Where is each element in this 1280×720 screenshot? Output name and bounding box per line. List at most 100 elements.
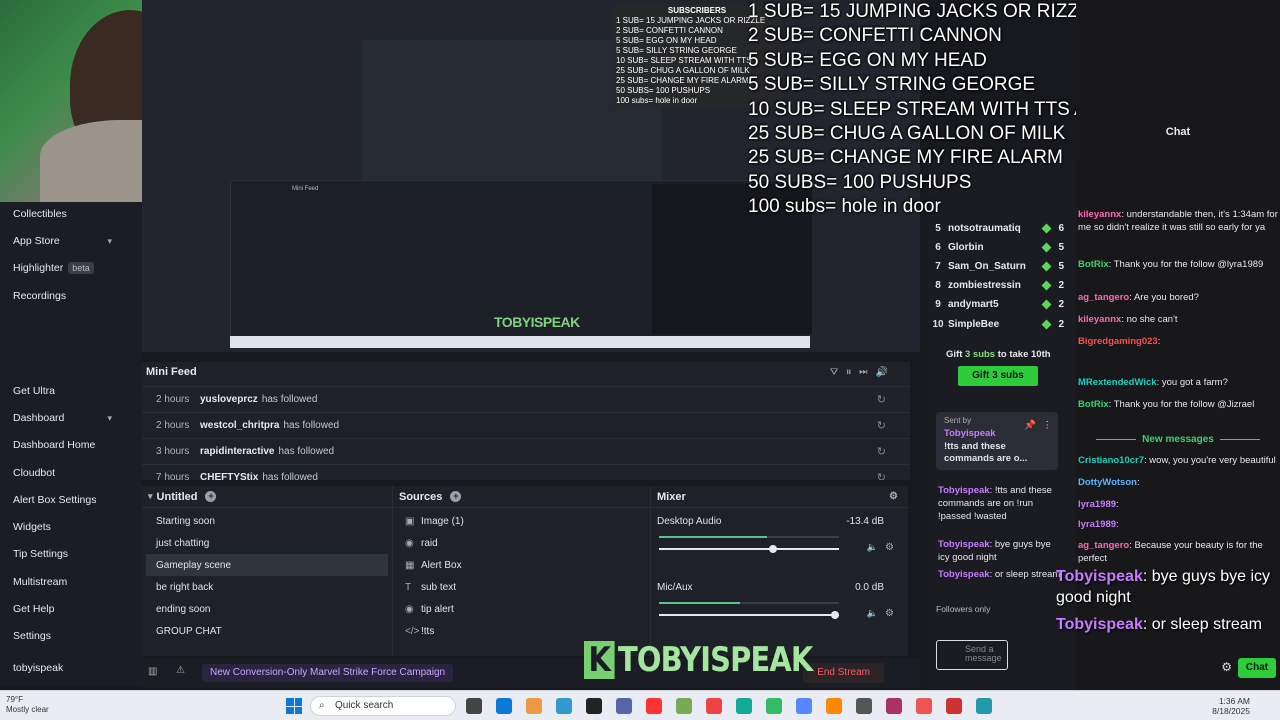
chat-user[interactable]: Cristiano10cr7 [1078,455,1144,466]
chat-user[interactable]: BotRix [1078,259,1109,270]
new-messages-divider[interactable]: New messages [1076,434,1280,445]
top-gifter-row[interactable]: 10 SimpleBee 2 [928,314,1068,334]
source-item[interactable]: ◉ raid [397,532,633,554]
chrome-alt-icon[interactable] [766,698,782,714]
netflix-icon[interactable] [916,698,932,714]
chat-user[interactable]: MRextendedWick [1078,377,1157,388]
proton-icon[interactable] [706,698,722,714]
sidebar-item-highlighter[interactable]: Highlighter beta [0,256,142,280]
start-icon[interactable] [286,698,302,714]
sidebar-item-tobyispeak[interactable]: tobyispeak [0,656,142,680]
sidebar-item-get-ultra[interactable]: Get Ultra [0,379,142,403]
scene-item[interactable]: ending soon [146,598,388,620]
campaign-banner[interactable]: New Conversion-Only Marvel Strike Force … [202,664,454,682]
chat-user[interactable]: Bigredgaming023 [1078,336,1158,347]
discord-icon[interactable] [826,698,842,714]
chat-user[interactable]: lyra1989 [1078,499,1116,510]
scene-item[interactable]: GROUP CHAT [146,620,388,642]
sidebar-item-alert-box-settings[interactable]: Alert Box Settings [0,488,142,512]
chat-user[interactable]: DottyWotson [1078,477,1137,488]
chat-user[interactable]: lyra1989 [1078,519,1116,530]
top-gifter-row[interactable]: 8 zombiestressin 2 [928,276,1068,296]
steam-icon[interactable] [586,698,602,714]
sidebar-item-cloudbot[interactable]: Cloudbot [0,461,142,485]
chat-user[interactable]: ag_tangero [1078,540,1129,551]
add-source-icon[interactable]: + [450,491,462,502]
gift-subs-button[interactable]: Gift 3 subs [958,366,1038,386]
pin-icon[interactable]: 📌 [1024,420,1036,431]
source-item[interactable]: Tsub text [397,576,633,598]
replay-icon[interactable]: ↻ [877,419,886,432]
replay-icon[interactable]: ↻ [877,393,886,406]
edge-icon[interactable] [646,698,662,714]
volume-slider[interactable] [659,611,839,619]
obs-icon[interactable] [796,698,812,714]
source-item[interactable]: ▣ Image (1) [397,510,633,532]
top-gifter-row[interactable]: 6 Glorbin 5 [928,237,1068,257]
volume-knob[interactable] [831,611,839,619]
opera-icon[interactable] [676,698,692,714]
chat-user[interactable]: kileyannx [1078,314,1121,325]
sidebar-item-recordings[interactable]: Recordings [0,284,142,308]
weather-widget[interactable]: 79°F Mostly clear [6,695,49,715]
system-clock[interactable]: 1:36 AM 8/18/2025 [1212,696,1250,716]
mini-feed-controls[interactable]: ⛛⏸⏭🔊 [830,367,896,378]
sidebar-item-dashboard[interactable]: Dashboard ▾ [0,406,142,430]
more-icon[interactable]: ⋮ [1043,420,1053,431]
alert-icon[interactable]: ⚠ [176,665,185,676]
chat-user[interactable]: Tobyispeak [938,485,990,496]
chrome-profile-icon[interactable] [976,698,992,714]
studio-mode-icon[interactable]: ▥ [148,666,157,677]
scene-collapse-icon[interactable]: ▾ [148,491,153,502]
sidebar-item-multistream[interactable]: Multistream [0,570,142,594]
scene-item[interactable]: Starting soon [146,510,388,532]
chrome-icon[interactable] [526,698,542,714]
speaker-icon[interactable]: 🔈 [867,542,878,553]
volume-slider[interactable] [659,545,839,553]
channel-settings-icon[interactable]: ⚙ [885,608,894,619]
source-item[interactable]: ◉ tip alert [397,598,633,620]
speaker-icon[interactable]: 🔈 [867,608,878,619]
scene-item[interactable]: be right back [146,576,388,598]
top-gifter-row[interactable]: 7 Sam_On_Saturn 5 [928,256,1068,276]
source-item[interactable]: </> !tts [397,620,633,642]
chat-user[interactable]: BotRix [1078,399,1109,410]
top-gifter-row[interactable]: 5 notsotraumatiq 6 [928,218,1068,238]
send-message-input[interactable]: Send a message [936,640,1008,670]
top-gifter-row[interactable]: 9 andymart5 2 [928,295,1068,315]
feed-user[interactable]: CHEFTYStix [200,472,258,480]
chat-user[interactable]: Tobyispeak [938,539,990,550]
replay-icon[interactable]: ↻ [877,471,886,480]
replay-icon[interactable]: ↻ [877,445,886,458]
maps-alt-icon[interactable] [946,698,962,714]
feed-user[interactable]: rapidinteractive [200,446,274,457]
epic-icon[interactable] [616,698,632,714]
chat-send-button[interactable]: Chat [1238,658,1276,678]
add-scene-icon[interactable]: + [205,491,217,502]
scene-item[interactable]: just chatting [146,532,388,554]
mixer-settings-icon[interactable]: ⚙ [889,491,898,502]
sidebar-item-app-store[interactable]: App Store ▾ [0,229,142,253]
app-icon[interactable] [886,698,902,714]
sidebar-item-widgets[interactable]: Widgets [0,515,142,539]
volume-knob[interactable] [769,545,777,553]
sidebar-item-tip-settings[interactable]: Tip Settings [0,542,142,566]
feed-user[interactable]: westcol_chritpra [200,420,279,431]
sidebar-item-collectibles[interactable]: Collectibles [0,202,142,226]
channel-settings-icon[interactable]: ⚙ [885,542,894,553]
sidebar-item-get-help[interactable]: Get Help [0,597,142,621]
file-explorer-icon[interactable] [496,698,512,714]
end-stream-button[interactable]: End Stream [803,663,884,683]
chat-user[interactable]: ag_tangero [1078,292,1129,303]
source-item[interactable]: ▦ Alert Box [397,554,633,576]
chat-user[interactable]: Tobyispeak [938,569,990,580]
chat-user[interactable]: kileyannx [1078,209,1121,220]
maps-icon[interactable] [736,698,752,714]
sidebar-item-dashboard-home[interactable]: Dashboard Home [0,433,142,457]
steam-alt-icon[interactable] [856,698,872,714]
store-icon[interactable] [556,698,572,714]
taskbar-search[interactable]: Quick search [310,696,456,716]
task-view-icon[interactable] [466,698,482,714]
feed-user[interactable]: yusloveprcz [200,394,258,405]
chat-settings-icon[interactable]: ⚙ [1221,660,1232,674]
